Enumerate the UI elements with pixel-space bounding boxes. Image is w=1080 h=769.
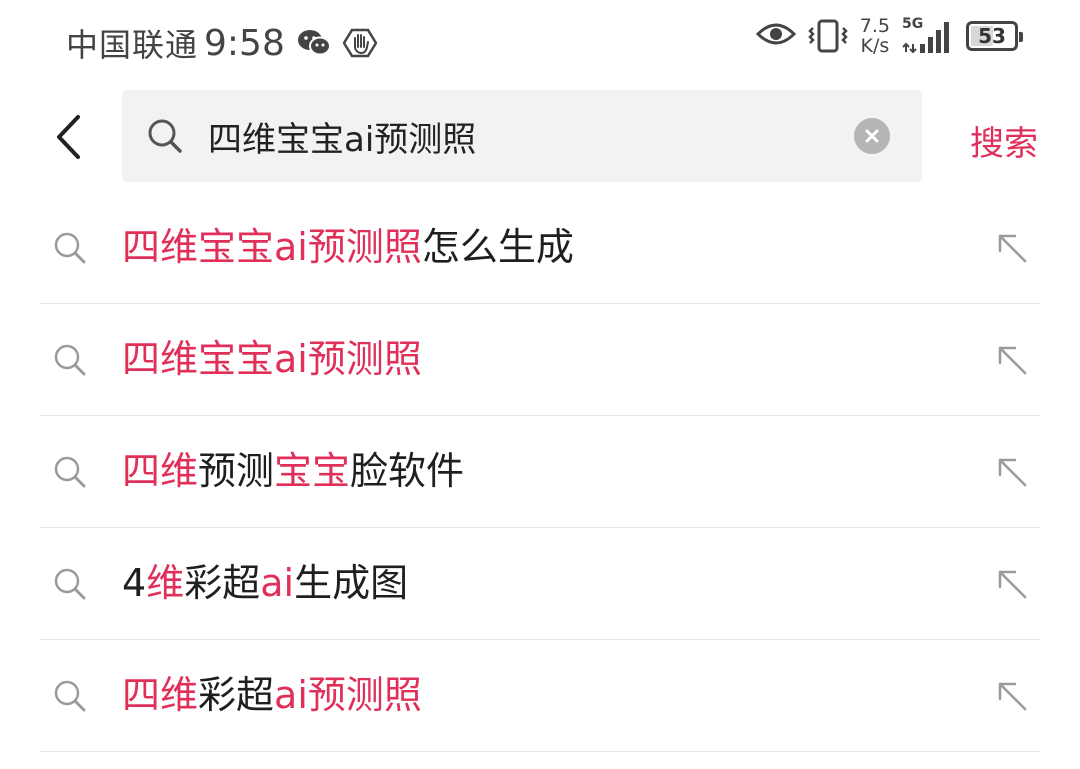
highlighted-match: ai [260,561,295,605]
search-header: 搜索 [0,90,1080,184]
vibrate-icon [806,18,850,54]
highlighted-match: 四维宝宝ai预测照 [122,225,422,269]
arrow-up-left-icon[interactable] [994,342,1030,378]
suggestion-segment: 脸软件 [350,449,465,493]
suggestion-segment: 怎么生成 [421,225,574,269]
network-type: 5G [902,16,924,32]
carrier-name: 中国联通 [66,26,199,64]
wechat-icon [297,29,331,57]
hand-icon [342,28,377,58]
back-button[interactable] [48,110,88,164]
highlighted-match: 四维 [122,449,199,493]
suggestion-segment: 预测 [198,449,275,493]
arrow-up-left-icon[interactable] [994,230,1030,266]
suggestion-item[interactable]: 4维彩超ai生成图 [40,528,1040,640]
arrow-up-left-icon[interactable] [994,566,1030,602]
status-bar-right: 7.5 K/s 5G 53 [755,16,1023,56]
network-speed-unit: K/s [860,35,890,57]
status-bar-left: 中国联通 9:58 [66,20,377,66]
suggestion-segment: 4 [122,561,147,605]
search-box[interactable] [122,90,922,182]
search-icon [52,566,88,606]
suggestion-item[interactable]: 四维宝宝ai预测照怎么生成 [40,192,1040,304]
search-icon [146,117,184,159]
status-bar: 中国联通 9:58 7.5 K/s 5G 53 [0,0,1080,84]
search-button[interactable]: 搜索 [970,116,1038,165]
search-icon [52,342,88,382]
suggestion-segment: 彩超 [184,561,261,605]
clear-button[interactable] [854,118,890,154]
highlighted-match: ai预测照 [274,673,422,717]
suggestion-item[interactable]: 四维宝宝ai预测照 [40,304,1040,416]
suggestion-text: 4维彩超ai生成图 [122,558,408,608]
suggestion-segment: 彩超 [198,673,275,717]
highlighted-match: 四维宝宝ai预测照 [122,337,422,381]
highlighted-match: 宝宝 [274,449,351,493]
highlighted-match: 四维 [122,673,199,717]
highlighted-match: 维 [146,561,185,605]
arrow-up-left-icon[interactable] [994,454,1030,490]
suggestion-text: 四维宝宝ai预测照怎么生成 [122,222,574,272]
clock: 9:58 [204,22,285,64]
suggestion-item[interactable]: 四维预测宝宝脸软件 [40,416,1040,528]
battery-level: 53 [978,24,1006,48]
network-speed: 7.5 K/s [860,16,890,56]
suggestion-text: 四维预测宝宝脸软件 [122,446,464,496]
eye-icon [755,20,796,52]
close-icon [865,129,879,143]
suggestion-text: 四维彩超ai预测照 [122,670,422,720]
suggestion-text: 四维宝宝ai预测照 [122,334,422,384]
search-icon [52,678,88,718]
battery-icon: 53 [966,21,1023,51]
suggestion-item[interactable]: 四维彩超ai预测照 [40,640,1040,752]
search-icon [52,230,88,270]
signal-icon: 5G [902,16,952,54]
search-input[interactable] [208,90,848,182]
suggestion-list: 四维宝宝ai预测照怎么生成 四维宝宝ai预测照 四维预测宝宝脸软件 4维彩超ai生成图… [0,192,1080,752]
suggestion-segment: 生成图 [294,561,409,605]
search-icon [52,454,88,494]
arrow-up-left-icon[interactable] [994,678,1030,714]
chevron-left-icon [57,115,80,159]
network-speed-value: 7.5 [859,15,890,37]
